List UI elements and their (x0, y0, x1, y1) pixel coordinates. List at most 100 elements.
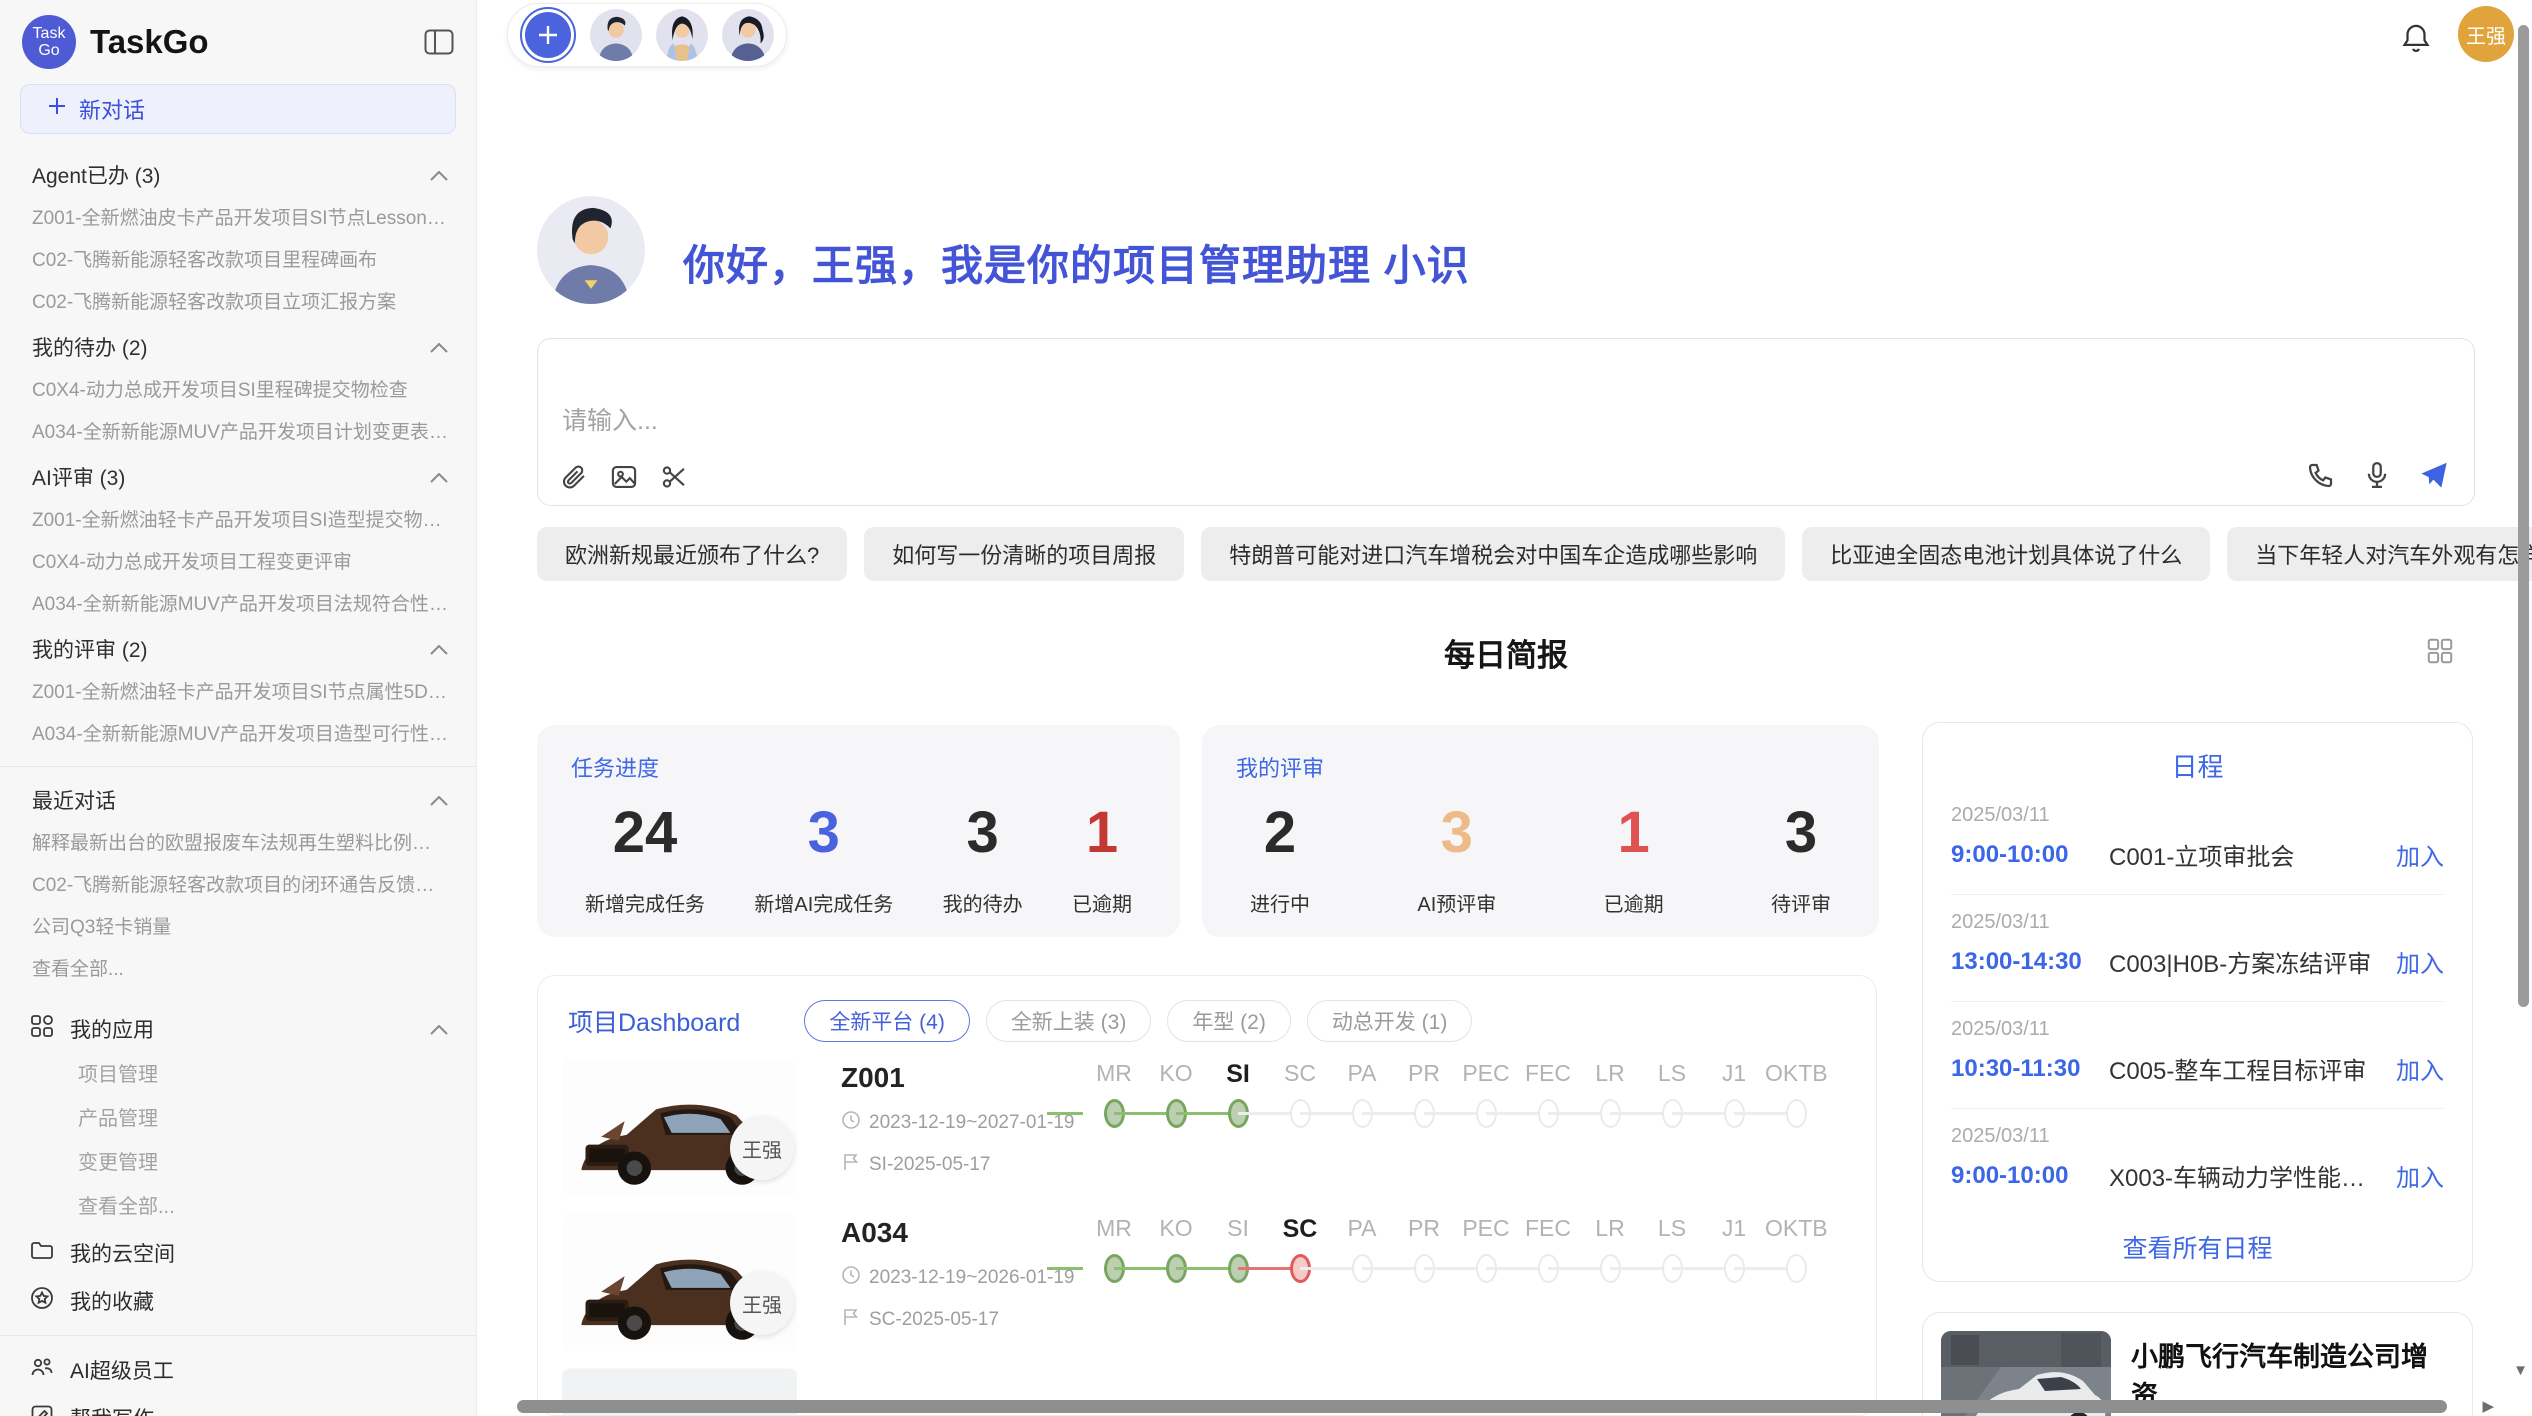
cloud-space-label: 我的云空间 (70, 1238, 448, 1268)
sidebar-item[interactable]: 解释最新出台的欧盟报废车法规再生塑料比例被调至15%... (0, 823, 476, 865)
phone-icon[interactable] (2306, 460, 2336, 490)
divider (0, 1335, 476, 1336)
sidebar-item[interactable]: A034-全新新能源MUV产品开发项目造型可行性评审 (0, 714, 476, 756)
milestone-label: PR (1393, 1215, 1455, 1244)
milestone-step (1765, 1254, 1827, 1283)
suggestion-chip[interactable]: 比亚迪全固态电池计划具体说了什么 (1802, 527, 2210, 581)
sidebar-item-cloud-space[interactable]: 我的云空间 (0, 1229, 476, 1277)
milestone-label: SI (1207, 1215, 1269, 1244)
clock-icon (841, 1265, 861, 1291)
image-icon[interactable] (610, 463, 638, 491)
schedule-row: 13:00-14:30C003|H0B-方案冻结评审加入 (1951, 944, 2444, 979)
sidebar-section-label: 我的待办 (2) (32, 332, 148, 362)
my-apps-subitem[interactable]: 产品管理 (0, 1097, 476, 1141)
user-avatar[interactable]: 王强 (2458, 6, 2514, 62)
milestone-label: SI (1207, 1060, 1269, 1089)
sidebar-item[interactable]: C02-飞腾新能源轻客改款项目的闭环通告反馈情况 (0, 865, 476, 907)
sidebar-item[interactable]: 查看全部... (0, 949, 476, 991)
agent-avatar-2[interactable] (656, 9, 708, 61)
sidebar-recent-header[interactable]: 最近对话 (0, 777, 476, 823)
add-agent-button[interactable] (520, 7, 576, 63)
sidebar-item[interactable]: Z001-全新燃油皮卡产品开发项目SI节点Lesson Learn报告 (0, 198, 476, 240)
composer-attach-tools (560, 463, 688, 491)
milestone-labels: MRKOSISCPAPRPECFECLRLSJ1OKTB (1083, 1060, 1876, 1089)
chevron-up-icon[interactable] (430, 465, 448, 489)
project-row[interactable]: 王强Z0012023-12-19~2027-01-19SI-2025-05-17… (538, 1052, 1876, 1207)
sidebar-item[interactable]: A034-全新新能源MUV产品开发项目法规符合性评审 (0, 584, 476, 626)
suggestion-chip[interactable]: 如何写一份清晰的项目周报 (864, 527, 1184, 581)
view-all-schedule-link[interactable]: 查看所有日程 (1951, 1215, 2444, 1279)
schedule-time: 9:00-10:00 (1951, 841, 2109, 869)
sidebar-item[interactable]: C0X4-动力总成开发项目SI里程碑提交物检查 (0, 370, 476, 412)
join-link[interactable]: 加入 (2396, 944, 2444, 979)
stats-items: 24新增完成任务3新增AI完成任务3我的待办1已逾期 (571, 783, 1146, 917)
vertical-scrollbar[interactable] (2518, 25, 2529, 1007)
milestone-dot (1786, 1254, 1807, 1283)
chevron-up-icon[interactable] (430, 1017, 448, 1041)
scissors-icon[interactable] (660, 463, 688, 491)
chevron-up-icon[interactable] (430, 163, 448, 187)
sidebar-item-help-me-write[interactable]: 帮我写作 (0, 1394, 476, 1416)
dashboard-title: 项目Dashboard (568, 1003, 740, 1039)
layout-grid-icon[interactable] (2425, 636, 2455, 671)
sidebar-item-ai-super-staff[interactable]: AI超级员工 (0, 1346, 476, 1394)
chevron-up-icon[interactable] (430, 335, 448, 359)
my-apps-subitem[interactable]: 变更管理 (0, 1141, 476, 1185)
dashboard-tab[interactable]: 年型 (2) (1167, 1000, 1291, 1042)
sidebar-item[interactable]: C02-飞腾新能源轻客改款项目里程碑画布 (0, 240, 476, 282)
sidebar-section-header[interactable]: AI评审 (3) (0, 454, 476, 500)
sidebar-item[interactable]: C02-飞腾新能源轻客改款项目立项汇报方案 (0, 282, 476, 324)
my-apps-subitem[interactable]: 项目管理 (0, 1053, 476, 1097)
sidebar-item[interactable]: Z001-全新燃油轻卡产品开发项目SI造型提交物评审 (0, 500, 476, 542)
sidebar-section-header[interactable]: 我的评审 (2) (0, 626, 476, 672)
milestone-line (1047, 1112, 1083, 1115)
sidebar-item[interactable]: A034-全新新能源MUV产品开发项目计划变更表编写 (0, 412, 476, 454)
project-rows: 王强Z0012023-12-19~2027-01-19SI-2025-05-17… (538, 1052, 1876, 1362)
new-chat-button[interactable]: 新对话 (20, 84, 456, 134)
bell-icon[interactable] (2400, 22, 2432, 61)
my-apps-label: 我的应用 (70, 1014, 414, 1044)
dashboard-tab[interactable]: 全新平台 (4) (804, 1000, 970, 1042)
sidebar-section-header[interactable]: 我的待办 (2) (0, 324, 476, 370)
sidebar-item[interactable]: C0X4-动力总成开发项目工程变更评审 (0, 542, 476, 584)
sidebar-item[interactable]: Z001-全新燃油轻卡产品开发项目SI节点属性5D文件评审 (0, 672, 476, 714)
panel-collapse-icon[interactable] (424, 29, 454, 55)
scroll-right-arrow[interactable]: ▶ (2482, 1397, 2494, 1415)
plus-icon (525, 12, 571, 58)
join-link[interactable]: 加入 (2396, 1051, 2444, 1086)
schedule-item: 2025/03/1110:30-11:30C005-整车工程目标评审加入 (1951, 1002, 2444, 1109)
paperclip-icon[interactable] (560, 463, 588, 491)
dashboard-tab[interactable]: 全新上装 (3) (986, 1000, 1152, 1042)
clock-icon (841, 1110, 861, 1136)
agent-avatar-3[interactable] (722, 9, 774, 61)
join-link[interactable]: 加入 (2396, 837, 2444, 872)
send-icon[interactable] (2418, 459, 2450, 491)
project-row[interactable]: 王强A0342023-12-19~2026-01-19SC-2025-05-17… (538, 1207, 1876, 1362)
chat-input[interactable]: 请输入... (537, 338, 2475, 506)
stat-label: 待评审 (1771, 888, 1831, 917)
join-link[interactable]: 加入 (2396, 1158, 2444, 1193)
suggestion-chip[interactable]: 当下年轻人对汽车外观有怎样的喜好趋势 (2227, 527, 2532, 581)
dashboard-tab[interactable]: 动总开发 (1) (1307, 1000, 1473, 1042)
app-logo: Task Go (22, 15, 76, 69)
chevron-up-icon[interactable] (430, 637, 448, 661)
suggestion-chip[interactable]: 特朗普可能对进口汽车增税会对中国车企造成哪些影响 (1201, 527, 1785, 581)
stat: 3待评审 (1771, 799, 1831, 917)
sidebar-item[interactable]: 公司Q3轻卡销量 (0, 907, 476, 949)
agent-avatar-1[interactable] (590, 9, 642, 61)
horizontal-scrollbar[interactable] (517, 1400, 2447, 1413)
sidebar-item-my-apps[interactable]: 我的应用 (0, 1005, 476, 1053)
my-apps-sublist: 项目管理产品管理变更管理查看全部... (0, 1053, 476, 1229)
schedule-title: 日程 (1951, 747, 2444, 784)
chevron-up-icon[interactable] (430, 788, 448, 812)
schedule-event-title: C001-立项审批会 (2109, 837, 2384, 872)
dashboard-tabs: 全新平台 (4) 全新上装 (3) 年型 (2) 动总开发 (1) (804, 1000, 1472, 1042)
scroll-down-arrow[interactable]: ▼ (2513, 1362, 2528, 1379)
suggestion-chip[interactable]: 欧洲新规最近颁布了什么? (537, 527, 847, 581)
schedule-time: 9:00-10:00 (1951, 1162, 2109, 1190)
microphone-icon[interactable] (2362, 460, 2392, 490)
my-apps-subitem[interactable]: 查看全部... (0, 1185, 476, 1229)
sidebar-item-favorites[interactable]: 我的收藏 (0, 1277, 476, 1325)
sidebar-section-header[interactable]: Agent已办 (3) (0, 152, 476, 198)
milestone-label: LS (1641, 1060, 1703, 1089)
